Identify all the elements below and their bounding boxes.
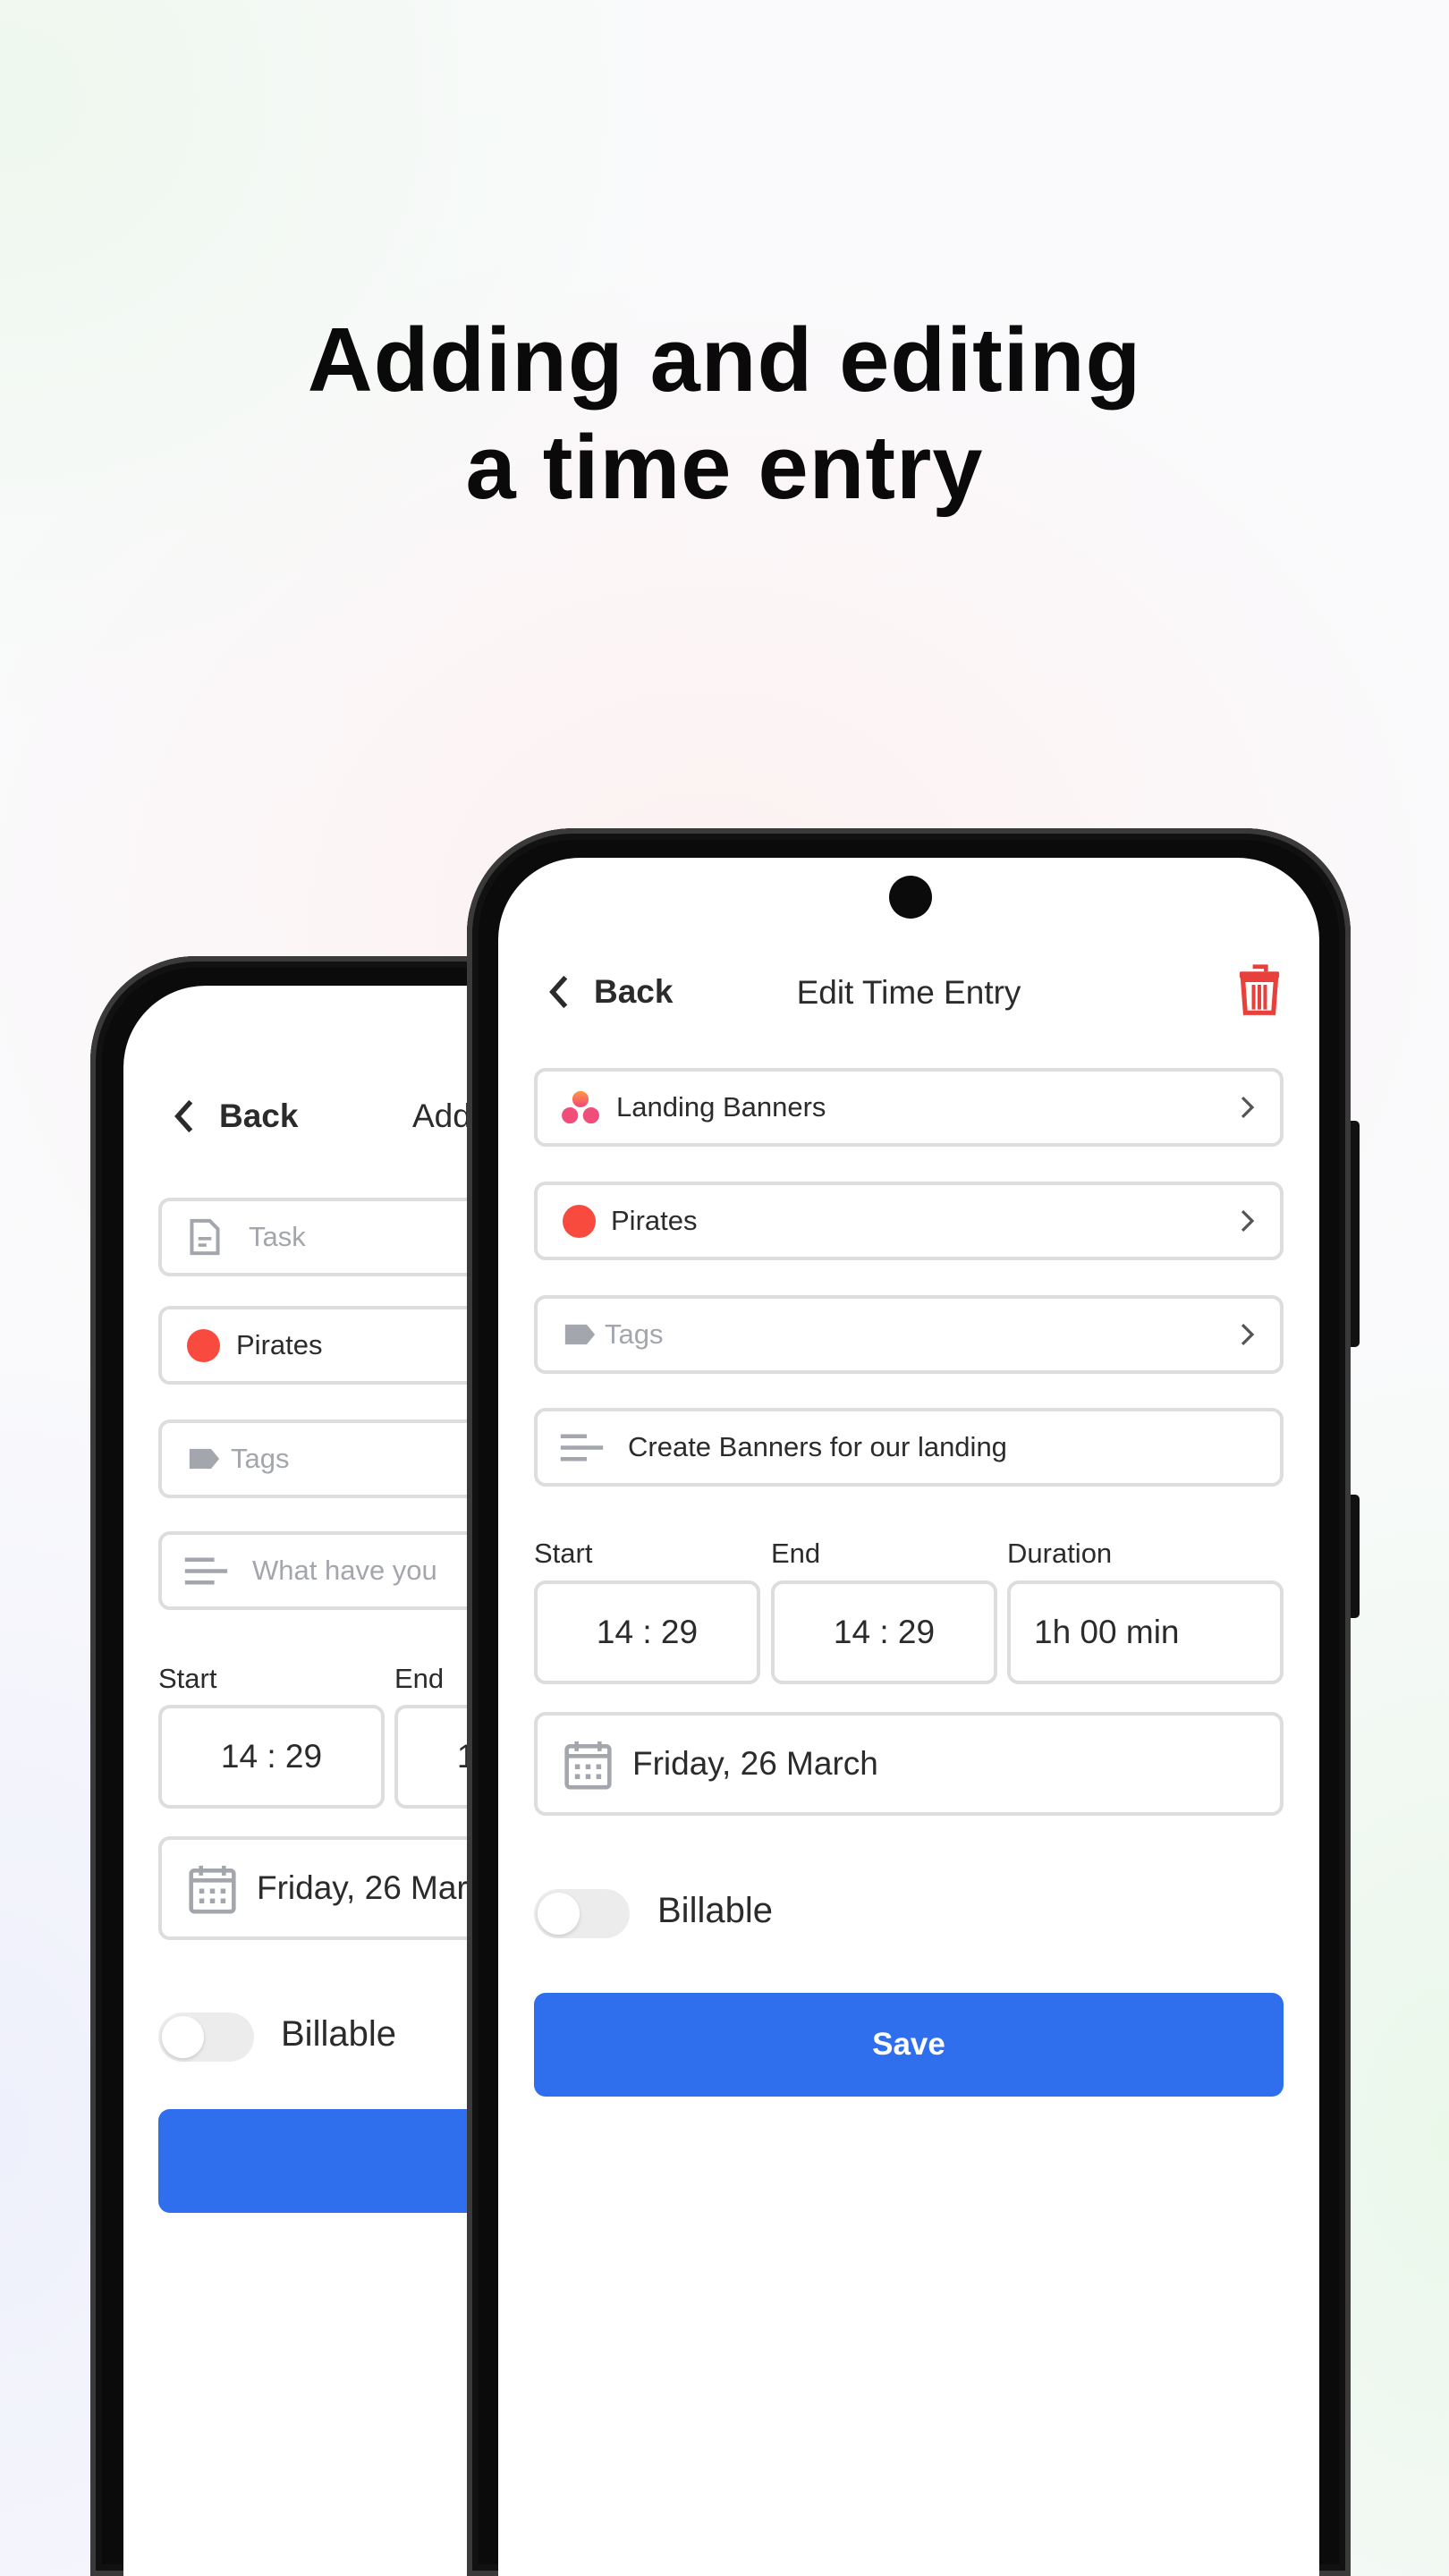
tag-icon [564, 1324, 596, 1345]
task-placeholder: Task [249, 1221, 306, 1252]
description-field[interactable]: Create Banners for our landing [534, 1408, 1284, 1487]
billable-toggle[interactable] [534, 1889, 630, 1938]
billable-label: Billable [657, 1891, 773, 1930]
project-field[interactable]: Pirates [534, 1182, 1284, 1260]
end-time-field[interactable]: 14 : 29 [771, 1580, 997, 1684]
chevron-right-icon [1241, 1323, 1255, 1346]
description-placeholder: What have you [252, 1555, 437, 1586]
stage: Adding and editing a time entry Back Add… [0, 0, 1449, 2576]
document-icon [190, 1218, 220, 1256]
project-color-dot [187, 1328, 220, 1362]
screen-title: Edit Time Entry [796, 974, 1021, 1011]
task-name: Landing Banners [616, 1091, 826, 1123]
start-time-field[interactable]: 14 : 29 [158, 1705, 385, 1809]
front-phone-screen: Back Edit Time Entry Landing Banners Pir… [498, 858, 1319, 2576]
project-color-dot [563, 1204, 596, 1238]
duration-field[interactable]: 1h 00 min [1007, 1580, 1284, 1684]
front-phone: Back Edit Time Entry Landing Banners Pir… [467, 828, 1351, 2576]
calendar-icon [189, 1865, 236, 1913]
date-field[interactable]: Friday, 26 March [534, 1712, 1284, 1816]
tags-field[interactable]: Tags [534, 1295, 1284, 1374]
lines-icon [184, 1556, 228, 1585]
chevron-right-icon [1241, 1096, 1255, 1119]
tags-placeholder: Tags [605, 1318, 664, 1350]
camera-punch-hole [889, 876, 932, 919]
save-button[interactable]: Save [534, 1993, 1284, 2097]
back-button[interactable]: Back [173, 1097, 298, 1135]
date-value: Friday, 26 March [632, 1745, 878, 1782]
start-label: Start [158, 1663, 217, 1694]
duration-label: Duration [1007, 1538, 1113, 1569]
headline-line-1: Adding and editing [307, 310, 1142, 411]
tags-placeholder: Tags [231, 1443, 290, 1474]
billable-label: Billable [281, 2014, 396, 2054]
screen-title: Add [412, 1097, 471, 1134]
start-time-field[interactable]: 14 : 29 [534, 1580, 760, 1684]
end-label: End [394, 1663, 445, 1694]
project-name: Pirates [236, 1329, 323, 1360]
end-label: End [771, 1538, 821, 1569]
start-label: Start [534, 1538, 593, 1569]
back-label: Back [219, 1097, 299, 1134]
lines-icon [560, 1433, 604, 1462]
trash-icon[interactable] [1238, 963, 1281, 1016]
chevron-right-icon [1241, 1209, 1255, 1233]
tag-icon [189, 1448, 220, 1470]
project-name: Pirates [611, 1205, 698, 1236]
task-field[interactable]: Landing Banners [534, 1068, 1284, 1147]
billable-toggle[interactable] [158, 2012, 254, 2062]
asana-project-icon [562, 1090, 599, 1124]
calendar-icon [564, 1741, 612, 1789]
headline-line-2: a time entry [465, 418, 984, 518]
chevron-left-icon [174, 1099, 193, 1133]
description-value: Create Banners for our landing [628, 1431, 1007, 1462]
date-value: Friday, 26 Mar [257, 1869, 468, 1906]
